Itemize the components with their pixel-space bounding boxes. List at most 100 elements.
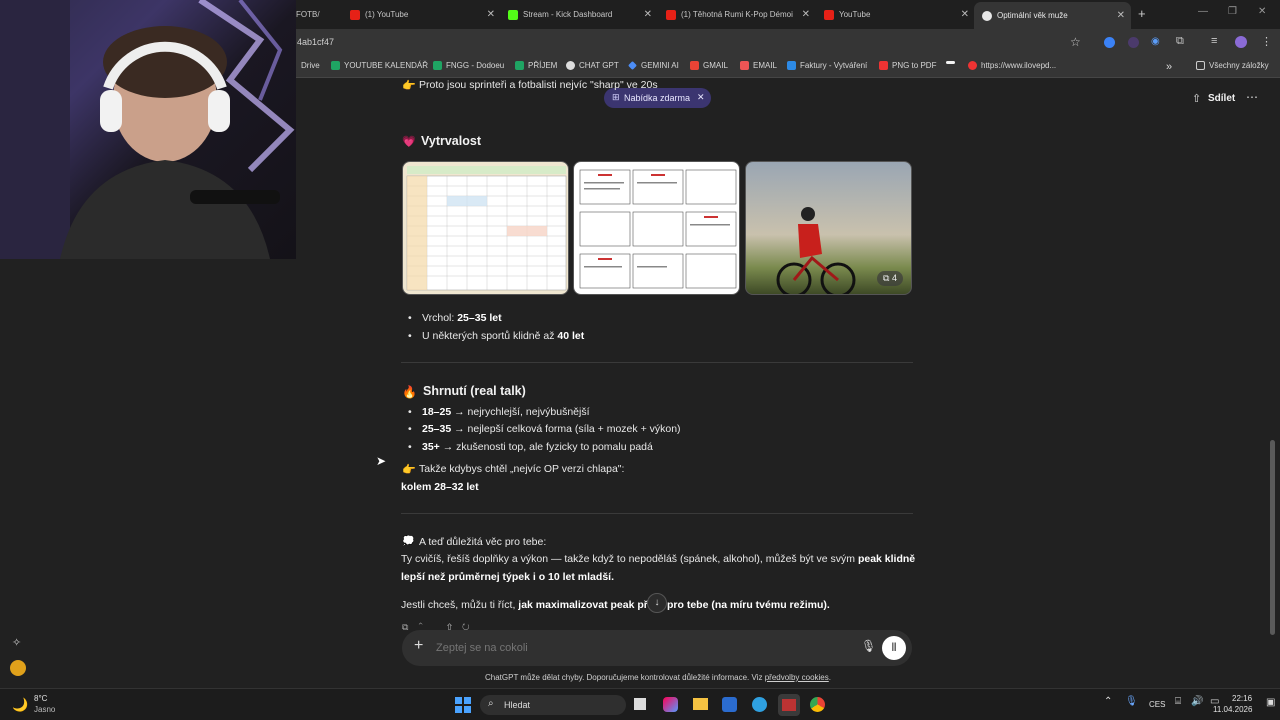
invoice-icon — [787, 61, 796, 70]
bookmark-label: YOUTUBE KALENDÁŘ — [344, 61, 429, 70]
footer-end: . — [828, 673, 831, 682]
maximize-icon[interactable]: ❐ — [1228, 6, 1237, 17]
bookmark-label: PNG to PDF — [892, 61, 937, 70]
tab-search-icon[interactable]: ≡ — [1211, 35, 1217, 47]
weather-temp: 8°C — [34, 694, 48, 703]
edge-icon[interactable] — [752, 697, 767, 712]
task-view-icon[interactable] — [634, 698, 646, 710]
network-icon[interactable]: ⌸ — [1175, 696, 1181, 707]
bookmark-item[interactable]: YOUTUBE KALENDÁŘ — [331, 61, 428, 70]
training-table-image[interactable] — [402, 161, 569, 295]
menu-icon[interactable]: ⋮ — [1261, 35, 1272, 48]
puzzle-icon[interactable]: ⧉ — [1176, 35, 1184, 48]
tab-label: YouTube — [839, 10, 871, 19]
bookmark-item[interactable]: Faktury - Vytváření — [787, 61, 867, 70]
close-icon[interactable]: ✕ — [697, 92, 705, 103]
final-text-part: Jestli chceš, můžu ti říct, — [401, 599, 519, 611]
email-icon — [740, 61, 749, 70]
all-bookmarks[interactable]: Všechny záložky — [1196, 61, 1269, 70]
microphone-icon[interactable]: 🎙 — [1125, 696, 1138, 707]
bullet-text: U některých sportů klidně až — [422, 330, 558, 342]
list-item: 25–35 → nejlepší celková forma (síla + m… — [408, 423, 681, 435]
bookmark-label: PŘÍJEM — [528, 61, 558, 70]
share-button[interactable]: Sdílet — [1208, 93, 1235, 104]
bookmark-item[interactable] — [946, 61, 959, 64]
clock-date[interactable]: 11.04.2026 — [1213, 705, 1252, 714]
important-text-part: Ty cvičíš, řešíš doplňky a výkon — takže… — [401, 553, 858, 565]
tab-fotb[interactable]: FOTB/ — [296, 4, 344, 25]
offer-pill[interactable]: ⊞ Nabídka zdarma ✕ — [604, 88, 711, 108]
close-icon[interactable]: ✕ — [802, 9, 810, 20]
training-plan-graphic — [579, 169, 737, 289]
close-icon[interactable]: ✕ — [644, 9, 652, 20]
cookie-preferences-link[interactable]: předvolby cookies — [765, 673, 829, 682]
sparkle-icon[interactable]: ✧ — [12, 636, 21, 649]
chat-input[interactable] — [436, 639, 816, 657]
windows-start-icon[interactable] — [455, 697, 471, 713]
bookmark-item[interactable]: FNGG - Dodoeu — [433, 61, 504, 70]
taskbar-search[interactable]: ⌕ Hledat — [480, 695, 626, 715]
bookmark-item[interactable]: https://www.ilovepd... — [968, 61, 1056, 70]
bookmark-item[interactable]: Drive — [301, 61, 320, 70]
url-field[interactable]: 4ab1cf47 — [297, 37, 334, 47]
top-line: Proto jsou sprinteři a fotbalisti nejvíc… — [419, 79, 658, 91]
composer: + 🎙 ⦀ — [402, 630, 912, 666]
youtube-icon — [666, 9, 676, 20]
close-icon[interactable]: ✕ — [961, 9, 969, 20]
weather-icon[interactable]: 🌙 — [12, 697, 28, 713]
volume-icon[interactable]: 🔊 — [1191, 696, 1203, 707]
clock-time[interactable]: 22:16 — [1232, 694, 1252, 703]
chrome-icon[interactable] — [810, 697, 825, 712]
training-plan-image[interactable] — [573, 161, 740, 295]
divider — [401, 513, 913, 514]
bookmark-item[interactable]: GMAIL — [690, 61, 728, 70]
divider — [401, 362, 913, 363]
bookmark-item[interactable]: PŘÍJEM — [515, 61, 557, 70]
app-icon[interactable] — [722, 697, 737, 712]
file-explorer-icon[interactable] — [693, 698, 708, 710]
profile-avatar[interactable] — [1235, 36, 1247, 48]
notification-icon[interactable]: ▣ — [1266, 697, 1275, 708]
bullet-text: → nejrychlejší, nejvýbušnější — [451, 406, 590, 418]
important-bold-line: lepší než průměrnej týpek i o 10 let mla… — [401, 571, 614, 583]
more-bookmarks-icon[interactable]: » — [1166, 61, 1172, 73]
star-icon[interactable]: ☆ — [1070, 35, 1081, 49]
bookmark-label: FNGG - Dodoeu — [446, 61, 505, 70]
pointing-hand-icon: 👉 — [402, 80, 416, 92]
summary-heading: Shrnutí (real talk) — [423, 384, 526, 398]
tab-youtube-3[interactable]: YouTube ✕ — [824, 4, 969, 25]
bookmark-item[interactable]: PNG to PDF — [879, 61, 936, 70]
gallery-count-label: 4 — [891, 273, 897, 283]
close-icon[interactable]: ✕ — [487, 9, 495, 20]
extension-icon[interactable] — [1104, 37, 1115, 48]
tab-youtube-1[interactable]: (1) YouTube ✕ — [350, 4, 495, 25]
avatar[interactable] — [10, 660, 26, 676]
microphone-icon[interactable]: 🎙 — [861, 639, 876, 653]
gallery-count[interactable]: ⧉ 4 — [877, 271, 903, 286]
language-indicator[interactable]: CES — [1149, 700, 1165, 709]
gift-icon: ⊞ — [612, 92, 620, 102]
tab-kick[interactable]: Stream - Kick Dashboard ✕ — [508, 4, 652, 25]
new-tab-icon[interactable]: + — [1138, 6, 1146, 21]
scrollbar[interactable] — [1270, 440, 1275, 635]
final-bold: jak maximalizovat peak pře — [518, 599, 654, 611]
active-app[interactable] — [778, 694, 800, 716]
translate-icon[interactable]: ◉ — [1151, 36, 1160, 47]
list-item: Vrchol: 25–35 let — [408, 312, 502, 324]
close-icon[interactable]: ✕ — [1117, 10, 1125, 21]
tab-chatgpt[interactable]: Optimální věk muže ✕ — [974, 2, 1131, 29]
tab-youtube-2[interactable]: (1) Těhotná Rumi K-Pop Démoi ✕ — [666, 4, 810, 25]
extension-icon[interactable] — [1128, 37, 1139, 48]
copilot-icon[interactable] — [663, 697, 678, 712]
bookmark-item[interactable]: GEMINI AI — [628, 61, 679, 70]
bookmark-item[interactable]: EMAIL — [740, 61, 777, 70]
chevron-up-icon[interactable]: ⌃ — [1104, 696, 1112, 707]
minimize-icon[interactable]: — — [1198, 6, 1208, 17]
plus-icon[interactable]: + — [414, 637, 423, 655]
cyclist-photo[interactable]: ⧉ 4 — [745, 161, 912, 295]
close-window-icon[interactable]: ✕ — [1258, 6, 1266, 17]
voice-mode-button[interactable]: ⦀ — [882, 636, 906, 660]
more-options-icon[interactable]: ⋯ — [1246, 90, 1258, 104]
scroll-down-button[interactable]: ↓ — [647, 593, 667, 613]
bookmark-item[interactable]: CHAT GPT — [566, 61, 619, 70]
